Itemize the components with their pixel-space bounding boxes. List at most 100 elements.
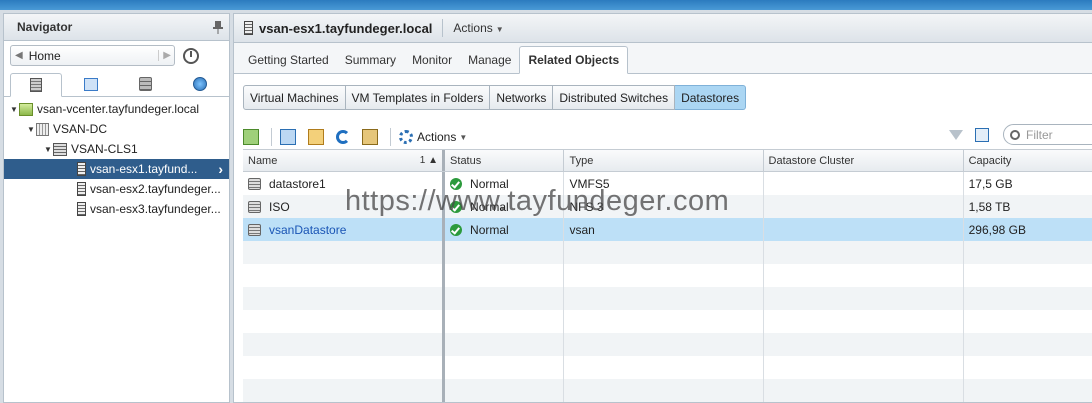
vm-icon [83,77,98,91]
tree-item-cluster[interactable]: ▼ VSAN-CLS1 [4,139,229,159]
host-icon [77,202,86,216]
tree-item-host-esx2[interactable]: vsan-esx2.tayfundeger... [4,179,229,199]
column-label: Name [248,154,278,167]
forward-arrow-icon[interactable]: ▶ [158,50,171,61]
tab-monitor[interactable]: Monitor [404,47,460,73]
column-header-type[interactable]: Type [564,150,764,171]
filter-input[interactable]: Filter [1003,124,1092,145]
cluster-icon [53,142,67,156]
tree-item-datacenter[interactable]: ▼ VSAN-DC [4,119,229,139]
tab-vms-templates[interactable] [65,72,117,96]
register-vm-icon[interactable] [280,129,296,145]
browse-files-icon[interactable] [308,129,324,145]
cell-cluster [764,218,964,241]
divider [442,19,444,37]
cell-capacity: 17,5 GB [964,172,1092,195]
refresh-icon[interactable] [336,130,350,144]
actions-label: Actions [453,21,493,35]
gear-icon [399,130,413,144]
table-row[interactable]: datastore1 Normal VMFS5 17,5 GB [243,172,1092,195]
main-tabs: Getting Started Summary Monitor Manage R… [234,43,1092,74]
tree-item-label: vsan-esx2.tayfundeger... [90,182,221,196]
expand-triangle-icon[interactable]: ▼ [27,125,36,134]
clear-filter-icon[interactable] [949,129,963,140]
tab-related-objects[interactable]: Related Objects [519,46,629,74]
grid-body: datastore1 Normal VMFS5 17,5 GB ISO Norm… [243,172,1092,402]
pin-icon[interactable] [213,21,223,34]
empty-row [243,333,1092,356]
tab-storage[interactable] [120,72,172,96]
status-ok-icon [450,200,463,213]
tab-getting-started[interactable]: Getting Started [240,47,337,73]
empty-row [243,287,1092,310]
chevron-down-icon: ▼ [495,25,504,34]
empty-row [243,379,1092,402]
host-icon [77,162,86,176]
table-row-selected[interactable]: vsanDatastore Normal vsan 296,98 GB [243,218,1092,241]
cell-capacity: 1,58 TB [964,195,1092,218]
home-breadcrumb[interactable]: ◀ Home ▶ [10,45,175,66]
column-header-datastore-cluster[interactable]: Datastore Cluster [764,150,964,171]
empty-row [243,264,1092,287]
toolbar-actions-button[interactable]: Actions ▼ [399,130,467,144]
expand-triangle-icon[interactable]: ▼ [10,105,19,114]
column-header-status[interactable]: Status [445,150,565,171]
toolbar-actions-label: Actions [417,130,457,144]
tree-item-label: vsan-vcenter.tayfundeger.local [37,102,200,116]
datastore-icon [138,77,152,91]
subtab-networks[interactable]: Networks [490,85,554,110]
export-icon[interactable] [975,127,989,142]
tree-item-label: VSAN-CLS1 [71,142,138,156]
cell-status: Normal [470,176,509,191]
datastore-icon [248,200,261,213]
cell-capacity: 296,98 GB [964,218,1092,241]
host-icon [244,21,253,35]
tab-summary[interactable]: Summary [337,47,404,73]
history-icon[interactable] [183,47,199,64]
subtab-virtual-machines[interactable]: Virtual Machines [243,85,346,110]
datastore-settings-icon[interactable] [362,129,378,145]
status-ok-icon [450,177,463,190]
cell-cluster [764,195,964,218]
cell-cluster [764,172,964,195]
object-header: vsan-esx1.tayfundeger.local Actions ▼ [234,14,1092,43]
related-objects-subtabs: Virtual Machines VM Templates in Folders… [243,85,747,110]
expand-triangle-icon[interactable]: ▼ [44,145,53,154]
tab-networking[interactable] [174,72,226,96]
cell-name-link[interactable]: vsanDatastore [269,223,346,237]
cell-name: datastore1 [269,176,326,191]
divider [271,128,272,146]
tree-item-vcenter[interactable]: ▼ vsan-vcenter.tayfundeger.local [4,99,229,119]
empty-row [243,356,1092,379]
cell-type: vsan [564,218,764,241]
datacenter-icon [36,122,49,136]
subtab-distributed-switches[interactable]: Distributed Switches [553,85,676,110]
actions-menu-button[interactable]: Actions ▼ [453,21,503,35]
datastore-icon [248,177,261,190]
chevron-down-icon: ▼ [459,132,468,142]
filter-placeholder: Filter [1026,127,1053,142]
new-datastore-icon[interactable] [243,129,259,145]
tab-hosts-clusters[interactable] [10,73,62,97]
subtab-datastores[interactable]: Datastores [675,85,747,110]
column-header-name[interactable]: Name 1 ▲ [243,150,446,171]
cell-type: VMFS5 [564,172,764,195]
main-panel: vsan-esx1.tayfundeger.local Actions ▼ Get… [233,13,1092,403]
home-label: Home [28,48,61,63]
network-icon [193,77,208,91]
inventory-tree: ▼ vsan-vcenter.tayfundeger.local ▼ VSAN-… [4,97,229,219]
column-header-capacity[interactable]: Capacity [964,150,1092,171]
back-arrow-icon[interactable]: ◀ [15,50,23,61]
table-row[interactable]: ISO Normal NFS 3 1,58 TB [243,195,1092,218]
tree-item-host-esx3[interactable]: vsan-esx3.tayfundeger... [4,199,229,219]
cell-status: Normal [470,222,509,237]
empty-row [243,241,1092,264]
cell-name: ISO [269,199,290,214]
tab-manage[interactable]: Manage [460,47,519,73]
tree-item-host-esx1[interactable]: vsan-esx1.tayfund... › [4,159,229,179]
tree-item-label: VSAN-DC [53,122,108,136]
divider [390,128,391,146]
subtab-vm-templates[interactable]: VM Templates in Folders [345,85,491,110]
status-ok-icon [450,223,463,236]
navigator-title: Navigator [17,20,73,34]
